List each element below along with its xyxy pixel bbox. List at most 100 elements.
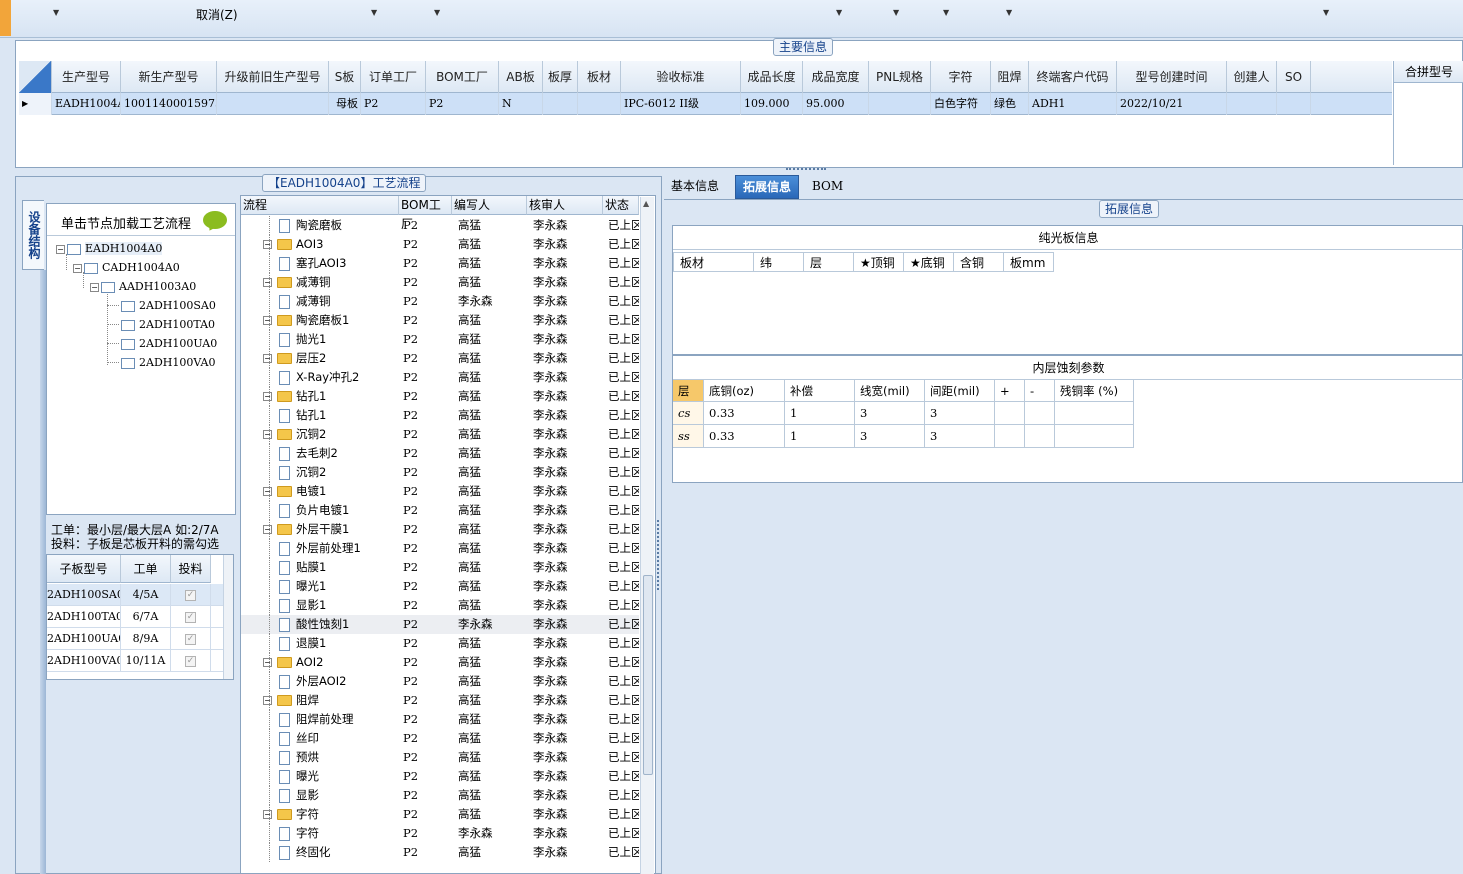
cell[interactable]: 1 — [785, 402, 855, 425]
flow-cell[interactable]: 已上区 — [608, 805, 639, 824]
collapse-icon[interactable]: − — [263, 392, 272, 401]
col-header[interactable]: 层 — [804, 252, 854, 272]
flow-row[interactable]: − 沉铜2 P2 高猛李永森已上区 — [241, 425, 639, 444]
col-header[interactable]: 板厚 — [543, 61, 578, 93]
collapse-icon[interactable]: − — [73, 263, 82, 273]
col-header[interactable]: 成品长度 — [741, 61, 803, 93]
collapse-icon[interactable]: − — [56, 244, 65, 254]
cell[interactable]: 2ADH100TA0 — [47, 606, 121, 628]
flow-cell[interactable]: 高猛 — [458, 520, 528, 539]
flow-cell[interactable]: 李永森 — [533, 596, 603, 615]
col-header[interactable]: ★顶铜 — [854, 252, 904, 272]
flow-cell[interactable]: 李永森 — [533, 805, 603, 824]
scroll-thumb[interactable] — [643, 575, 653, 775]
chevron-down-icon[interactable]: ▼ — [434, 8, 440, 17]
flow-row[interactable]: 贴膜1 P2 高猛李永森已上区 — [241, 558, 639, 577]
flow-cell[interactable]: 高猛 — [458, 482, 528, 501]
flow-cell[interactable]: P2 — [403, 292, 451, 311]
scrollbar[interactable] — [223, 555, 233, 679]
flow-cell[interactable]: 李永森 — [533, 691, 603, 710]
flow-cell[interactable]: 已上区 — [608, 577, 639, 596]
flow-step[interactable]: 曝光 — [279, 767, 399, 786]
flow-step[interactable]: 去毛刺2 — [279, 444, 399, 463]
flow-row[interactable]: 陶瓷磨板 P2 高猛李永森已上区 — [241, 216, 639, 235]
flow-cell[interactable]: 已上区 — [608, 444, 639, 463]
flow-step[interactable]: 负片电镀1 — [279, 501, 399, 520]
flow-cell[interactable]: 高猛 — [458, 691, 528, 710]
col-header[interactable]: AB板 — [499, 61, 543, 93]
flow-cell[interactable]: 高猛 — [458, 216, 528, 235]
flow-cell[interactable]: 李永森 — [533, 463, 603, 482]
cell[interactable] — [1227, 93, 1277, 115]
flow-cell[interactable]: 高猛 — [458, 273, 528, 292]
flow-cell[interactable]: 已上区 — [608, 387, 639, 406]
flow-cell[interactable]: 已上区 — [608, 634, 639, 653]
flow-cell[interactable]: P2 — [403, 311, 451, 330]
flow-cell[interactable]: 已上区 — [608, 482, 639, 501]
scrollbar[interactable]: ▲ — [640, 197, 654, 874]
collapse-icon[interactable]: − — [263, 658, 272, 667]
flow-cell[interactable]: P2 — [403, 672, 451, 691]
flow-cell[interactable]: 李永森 — [533, 216, 603, 235]
cell[interactable]: 0.33 — [704, 402, 785, 425]
flow-step[interactable]: − 沉铜2 — [263, 425, 399, 444]
flow-step[interactable]: 贴膜1 — [279, 558, 399, 577]
flow-cell[interactable]: 李永森 — [533, 710, 603, 729]
chevron-down-icon[interactable]: ▼ — [893, 8, 899, 17]
flow-row[interactable]: 钻孔1 P2 高猛李永森已上区 — [241, 406, 639, 425]
flow-step[interactable]: 酸性蚀刻1 — [279, 615, 399, 634]
cell[interactable] — [543, 93, 578, 115]
checkbox[interactable]: ✓ — [185, 589, 196, 601]
flow-cell[interactable]: 已上区 — [608, 596, 639, 615]
flow-cell[interactable]: 高猛 — [458, 558, 528, 577]
flow-step[interactable]: − 阻焊 — [263, 691, 399, 710]
flow-cell[interactable]: 高猛 — [458, 843, 528, 862]
flow-cell[interactable]: P2 — [403, 368, 451, 387]
table-row[interactable]: 2ADH100VA0 10/11A ✓ — [47, 650, 233, 672]
flow-cell[interactable]: P2 — [403, 710, 451, 729]
cell[interactable]: 3 — [925, 402, 995, 425]
col-header[interactable]: 间距(mil) — [925, 380, 995, 402]
tree-node[interactable]: − AADH1003A0 — [90, 279, 196, 295]
flow-cell[interactable]: 李永森 — [533, 292, 603, 311]
col-header[interactable]: 型号创建时间 — [1117, 61, 1227, 93]
col-header[interactable]: 编写人 — [452, 196, 527, 215]
col-header[interactable]: 流程 — [241, 196, 399, 215]
cell[interactable]: 8/9A — [121, 628, 171, 650]
flow-cell[interactable]: 已上区 — [608, 710, 639, 729]
flow-cell[interactable]: 李永森 — [533, 254, 603, 273]
flow-row[interactable]: 预烘 P2 高猛李永森已上区 — [241, 748, 639, 767]
flow-cell[interactable]: 已上区 — [608, 767, 639, 786]
flow-cell[interactable]: P2 — [403, 539, 451, 558]
flow-cell[interactable]: 李永森 — [533, 425, 603, 444]
flow-cell[interactable]: P2 — [403, 254, 451, 273]
col-header[interactable]: 核审人 — [527, 196, 603, 215]
flow-row[interactable]: − 电镀1 P2 高猛李永森已上区 — [241, 482, 639, 501]
flow-cell[interactable]: 高猛 — [458, 425, 528, 444]
cell[interactable]: 3 — [925, 425, 995, 448]
flow-step[interactable]: − 钻孔1 — [263, 387, 399, 406]
cell[interactable] — [1055, 402, 1134, 425]
flow-cell[interactable]: 已上区 — [608, 786, 639, 805]
flow-cell[interactable]: 李永森 — [533, 520, 603, 539]
flow-step[interactable]: − 层压2 — [263, 349, 399, 368]
col-header[interactable]: S板 — [329, 61, 361, 93]
collapse-icon[interactable]: − — [263, 278, 272, 287]
flow-cell[interactable]: 已上区 — [608, 273, 639, 292]
collapse-icon[interactable]: − — [263, 810, 272, 819]
flow-step[interactable]: − 减薄铜 — [263, 273, 399, 292]
flow-cell[interactable]: P2 — [403, 729, 451, 748]
flow-cell[interactable]: 已上区 — [608, 539, 639, 558]
flow-cell[interactable]: P2 — [403, 558, 451, 577]
col-header[interactable]: - — [1025, 380, 1055, 402]
flow-cell[interactable]: 高猛 — [458, 368, 528, 387]
flow-step[interactable]: 外层前处理1 — [279, 539, 399, 558]
col-header[interactable]: SO — [1277, 61, 1311, 93]
flow-cell[interactable]: 已上区 — [608, 216, 639, 235]
flow-step[interactable]: 终固化 — [279, 843, 399, 862]
flow-cell[interactable]: 高猛 — [458, 710, 528, 729]
flow-row[interactable]: − 字符 P2 高猛李永森已上区 — [241, 805, 639, 824]
cell[interactable]: 10011400015975 — [121, 93, 217, 115]
flow-step[interactable]: − 电镀1 — [263, 482, 399, 501]
flow-step[interactable]: 减薄铜 — [279, 292, 399, 311]
